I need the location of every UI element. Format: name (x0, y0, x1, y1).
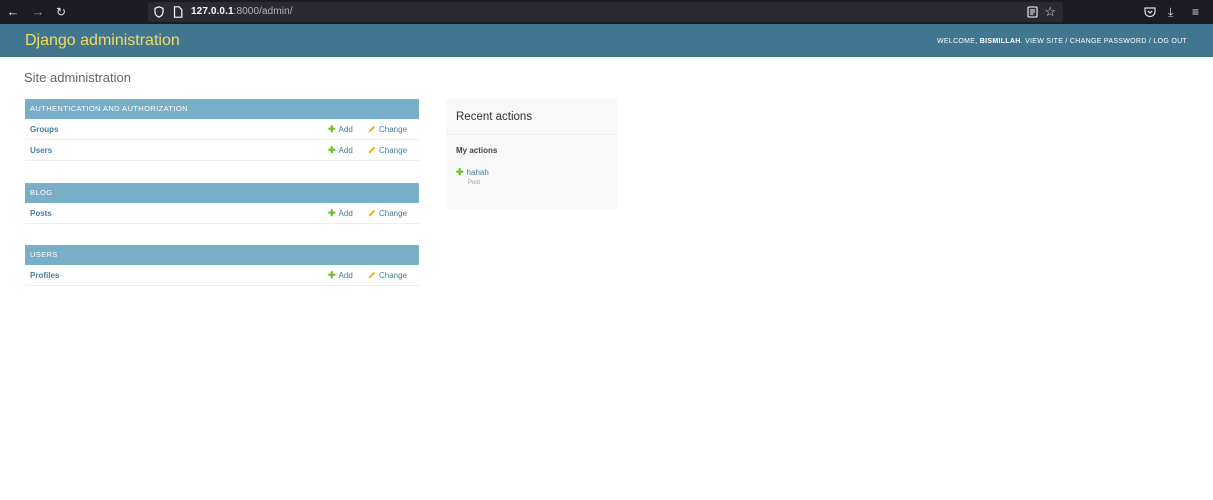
module-blog: Blog Posts ✚ Add Change (25, 183, 419, 224)
module-auth: Authentication and Authorization Groups … (25, 99, 419, 161)
url-host: 127.0.0.1 (191, 6, 234, 17)
recent-action-label: hahah (466, 168, 489, 177)
module-users: Users Profiles ✚ Add Change (25, 245, 419, 286)
model-row-users: Users ✚ Add Change (25, 140, 419, 161)
model-row-groups: Groups ✚ Add Change (25, 119, 419, 140)
model-row-posts: Posts ✚ Add Change (25, 203, 419, 224)
view-site-link[interactable]: View site (1025, 38, 1063, 45)
recent-action-type: Post (468, 180, 481, 186)
module-caption[interactable]: Authentication and Authorization (25, 99, 419, 119)
change-label: Change (379, 125, 408, 134)
change-password-link[interactable]: Change password (1070, 38, 1147, 45)
add-icon: ✚ (328, 208, 336, 218)
pencil-icon (368, 125, 376, 133)
welcome-text: Welcome, (937, 38, 978, 45)
hamburger-menu-icon[interactable]: ≡ (1192, 3, 1199, 21)
username: Bismillah (979, 38, 1021, 45)
add-icon: ✚ (328, 270, 336, 280)
add-icon: ✚ (328, 145, 336, 155)
my-actions-heading: My actions (456, 146, 498, 155)
add-profiles-button[interactable]: ✚ Add (328, 270, 353, 281)
add-posts-button[interactable]: ✚ Add (328, 208, 353, 219)
admin-header: Django administration Welcome, Bismillah… (0, 24, 1213, 57)
module-caption[interactable]: Blog (25, 183, 419, 203)
pocket-icon[interactable] (1144, 5, 1156, 19)
recent-actions-title: Recent actions (456, 111, 533, 123)
reload-icon[interactable]: ↻ (52, 2, 70, 22)
reader-view-icon[interactable] (1027, 6, 1038, 18)
add-label: Add (338, 271, 353, 280)
user-tools: Welcome, Bismillah. View site / Change p… (937, 38, 1187, 45)
model-row-profiles: Profiles ✚ Add Change (25, 265, 419, 286)
add-label: Add (338, 209, 353, 218)
add-label: Add (338, 125, 353, 134)
change-profiles-button[interactable]: Change (368, 270, 407, 281)
url-text[interactable]: 127.0.0.1:8000/admin/ (191, 5, 293, 19)
page-title: Site administration (24, 70, 131, 85)
model-link-profiles[interactable]: Profiles (30, 271, 59, 281)
shield-icon[interactable] (154, 6, 164, 18)
add-label: Add (338, 146, 353, 155)
add-groups-button[interactable]: ✚ Add (328, 124, 353, 135)
url-path: :8000/admin/ (233, 6, 293, 17)
change-label: Change (379, 271, 408, 280)
browser-toolbar: ← → ↻ 127.0.0.1:8000/admin/ ☆ ⤓ ≡ (0, 0, 1213, 24)
change-posts-button[interactable]: Change (368, 208, 407, 219)
log-out-link[interactable]: Log out (1153, 38, 1187, 45)
address-bar[interactable]: 127.0.0.1:8000/admin/ ☆ (148, 2, 1063, 22)
add-icon: ✚ (328, 124, 336, 134)
model-link-users[interactable]: Users (30, 146, 52, 156)
site-branding[interactable]: Django administration (25, 31, 180, 51)
add-icon: ✚ (456, 167, 464, 177)
change-label: Change (379, 146, 408, 155)
download-icon[interactable]: ⤓ (1168, 3, 1173, 21)
recent-action-item[interactable]: ✚ hahah (456, 167, 489, 178)
back-arrow-icon[interactable]: ← (4, 2, 22, 22)
recent-actions-panel: Recent actions My actions ✚ hahah Post (446, 99, 617, 209)
change-users-button[interactable]: Change (368, 145, 407, 156)
page-icon[interactable] (173, 6, 183, 18)
pencil-icon (368, 271, 376, 279)
change-groups-button[interactable]: Change (368, 124, 407, 135)
divider (446, 134, 617, 135)
model-link-groups[interactable]: Groups (30, 125, 58, 135)
pencil-icon (368, 146, 376, 154)
pencil-icon (368, 209, 376, 217)
add-users-button[interactable]: ✚ Add (328, 145, 353, 156)
change-label: Change (379, 209, 408, 218)
bookmark-star-icon[interactable]: ☆ (1044, 4, 1056, 20)
module-caption[interactable]: Users (25, 245, 419, 265)
forward-arrow-icon[interactable]: → (29, 2, 47, 22)
separator: / (1065, 38, 1068, 45)
separator: / (1148, 38, 1152, 45)
model-link-posts[interactable]: Posts (30, 209, 52, 219)
